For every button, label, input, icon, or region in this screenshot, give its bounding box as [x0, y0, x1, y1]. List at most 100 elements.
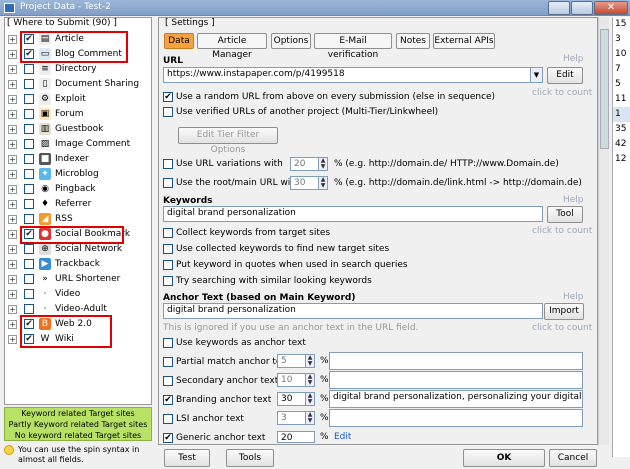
url-click-to-count[interactable]: click to count: [532, 88, 592, 98]
verified-url-option[interactable]: Use verified URLs of another project (Mu…: [163, 106, 493, 119]
test-button[interactable]: Test: [164, 449, 210, 467]
generic-anchor-spinner[interactable]: 20: [277, 431, 315, 443]
lsi-anchor-option[interactable]: LSI anchor text: [163, 413, 275, 426]
spinner-arrows-icon[interactable]: ▲ ▼: [305, 393, 314, 405]
url-edit-button[interactable]: Edit: [547, 67, 583, 84]
engine-checkbox[interactable]: [24, 94, 34, 104]
spinner-arrows-icon[interactable]: ▲ ▼: [318, 177, 327, 189]
collect-keywords-option[interactable]: Collect keywords from target sites: [163, 227, 413, 240]
list-item[interactable]: + ✦ Microblog: [5, 167, 151, 182]
engine-checkbox[interactable]: [24, 64, 34, 74]
settings-scrollbar[interactable]: [598, 17, 609, 445]
use-keywords-anchor-checkbox[interactable]: [163, 338, 173, 348]
partial-anchor-input[interactable]: [329, 352, 583, 370]
similar-keywords-option[interactable]: Try searching with similar looking keywo…: [163, 275, 413, 288]
list-item[interactable]: + ◢ RSS: [5, 212, 151, 227]
similar-keywords-checkbox[interactable]: [163, 276, 173, 286]
branding-anchor-input[interactable]: digital brand personalization, personali…: [329, 390, 583, 408]
secondary-anchor-input[interactable]: [329, 371, 583, 389]
engine-checkbox[interactable]: [24, 304, 34, 314]
root-url-checkbox[interactable]: [163, 178, 173, 188]
spinner-arrows-icon[interactable]: ▲ ▼: [305, 412, 314, 424]
expand-icon[interactable]: +: [8, 185, 17, 194]
expand-icon[interactable]: +: [8, 155, 17, 164]
partial-anchor-checkbox[interactable]: [163, 357, 173, 367]
engine-checkbox[interactable]: [24, 214, 34, 224]
list-item[interactable]: + » URL Shortener: [5, 272, 151, 287]
anchor-click-to-count[interactable]: click to count: [532, 323, 592, 333]
generic-anchor-checkbox[interactable]: ✔: [163, 433, 173, 443]
quote-keywords-option[interactable]: Put keyword in quotes when used in searc…: [163, 259, 413, 272]
expand-icon[interactable]: +: [8, 320, 17, 329]
engine-checkbox[interactable]: [24, 184, 34, 194]
spinner-arrows-icon[interactable]: ▲ ▼: [318, 158, 327, 170]
url-help-link[interactable]: Help: [563, 54, 584, 64]
list-item[interactable]: + ▯ Document Sharing: [5, 77, 151, 92]
branding-anchor-spinner[interactable]: 30 ▲ ▼: [277, 392, 315, 406]
url-variations-spinner[interactable]: 20 ▲ ▼: [290, 157, 328, 171]
list-item[interactable]: + ◉ Pingback: [5, 182, 151, 197]
list-item[interactable]: + · Video: [5, 287, 151, 302]
branding-anchor-option[interactable]: ✔ Branding anchor text: [163, 394, 275, 407]
root-url-option[interactable]: Use the root/main URL with: [163, 177, 300, 190]
root-url-spinner[interactable]: 30 ▲ ▼: [290, 176, 328, 190]
collect-keywords-checkbox[interactable]: [163, 228, 173, 238]
engine-checkbox[interactable]: [24, 124, 34, 134]
engine-checkbox[interactable]: [24, 259, 34, 269]
lsi-anchor-checkbox[interactable]: [163, 414, 173, 424]
scrollbar-thumb[interactable]: [600, 29, 609, 149]
tab-data[interactable]: Data: [164, 33, 194, 49]
expand-icon[interactable]: +: [8, 305, 17, 314]
random-url-option[interactable]: ✔ Use a random URL from above on every s…: [163, 91, 495, 104]
expand-icon[interactable]: +: [8, 35, 17, 44]
url-variations-option[interactable]: Use URL variations with: [163, 158, 283, 171]
expand-icon[interactable]: +: [8, 335, 17, 344]
secondary-anchor-option[interactable]: Secondary anchor text: [163, 375, 278, 388]
expand-icon[interactable]: +: [8, 215, 17, 224]
partial-anchor-spinner[interactable]: 5 ▲ ▼: [277, 354, 315, 368]
engine-checkbox[interactable]: [24, 244, 34, 254]
secondary-anchor-spinner[interactable]: 10 ▲ ▼: [277, 373, 315, 387]
url-variations-checkbox[interactable]: [163, 159, 173, 169]
random-url-checkbox[interactable]: ✔: [163, 92, 173, 102]
close-button[interactable]: ✕: [594, 1, 628, 15]
lsi-anchor-input[interactable]: [329, 409, 583, 427]
cancel-button[interactable]: Cancel: [549, 449, 597, 467]
list-item[interactable]: + ⊕ Social Network: [5, 242, 151, 257]
expand-icon[interactable]: +: [8, 230, 17, 239]
expand-icon[interactable]: +: [8, 260, 17, 269]
expand-icon[interactable]: +: [8, 245, 17, 254]
generic-anchor-edit-link[interactable]: Edit: [334, 432, 351, 443]
list-item[interactable]: + ♦ Referrer: [5, 197, 151, 212]
engine-checkbox[interactable]: [24, 154, 34, 164]
list-item[interactable]: + ▣ Forum: [5, 107, 151, 122]
expand-icon[interactable]: +: [8, 80, 17, 89]
expand-icon[interactable]: +: [8, 140, 17, 149]
quote-keywords-checkbox[interactable]: [163, 260, 173, 270]
list-item[interactable]: + ⚙ Exploit: [5, 92, 151, 107]
keywords-click-to-count[interactable]: click to count: [532, 226, 592, 236]
tab-article-manager[interactable]: Article Manager: [197, 33, 267, 60]
anchor-text-input[interactable]: digital brand personalization: [163, 303, 543, 319]
expand-icon[interactable]: +: [8, 275, 17, 284]
list-item[interactable]: + ▥ Guestbook: [5, 122, 151, 137]
use-collected-keywords-checkbox[interactable]: [163, 244, 173, 254]
edit-tier-filter-button[interactable]: Edit Tier Filter Options: [178, 127, 278, 155]
engine-checkbox[interactable]: [24, 79, 34, 89]
expand-icon[interactable]: +: [8, 65, 17, 74]
engine-checkbox[interactable]: [24, 274, 34, 284]
expand-icon[interactable]: +: [8, 95, 17, 104]
keywords-input[interactable]: digital brand personalization: [163, 206, 543, 222]
expand-icon[interactable]: +: [8, 110, 17, 119]
generic-anchor-option[interactable]: ✔ Generic anchor text: [163, 432, 275, 443]
engine-checkbox[interactable]: [24, 109, 34, 119]
tools-button[interactable]: Tools: [226, 449, 274, 467]
expand-icon[interactable]: +: [8, 50, 17, 59]
keywords-help-link[interactable]: Help: [563, 195, 584, 205]
tab-options[interactable]: Options: [271, 33, 311, 49]
tab-email-verification[interactable]: E-Mail verification: [314, 33, 392, 60]
use-collected-keywords-option[interactable]: Use collected keywords to find new targe…: [163, 243, 413, 256]
engine-checkbox[interactable]: [24, 169, 34, 179]
tab-notes[interactable]: Notes: [396, 33, 430, 49]
keywords-tool-button[interactable]: Tool: [547, 206, 583, 223]
